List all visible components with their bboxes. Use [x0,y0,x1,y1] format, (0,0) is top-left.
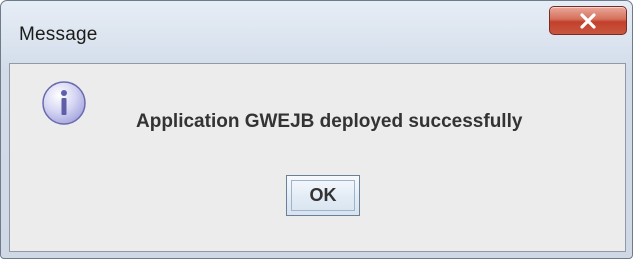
ok-button-label: OK [291,180,355,211]
ok-button[interactable]: OK [286,175,360,216]
dialog-message: Application GWEJB deployed successfully [136,111,523,132]
close-button[interactable] [549,6,627,35]
message-dialog-window: Message Application GWEJB deployed succe… [0,0,633,259]
dialog-content: Application GWEJB deployed successfully … [9,63,626,252]
window-title: Message [19,24,98,45]
title-bar[interactable]: Message [1,1,632,59]
info-icon [42,81,86,125]
close-icon [580,12,596,29]
